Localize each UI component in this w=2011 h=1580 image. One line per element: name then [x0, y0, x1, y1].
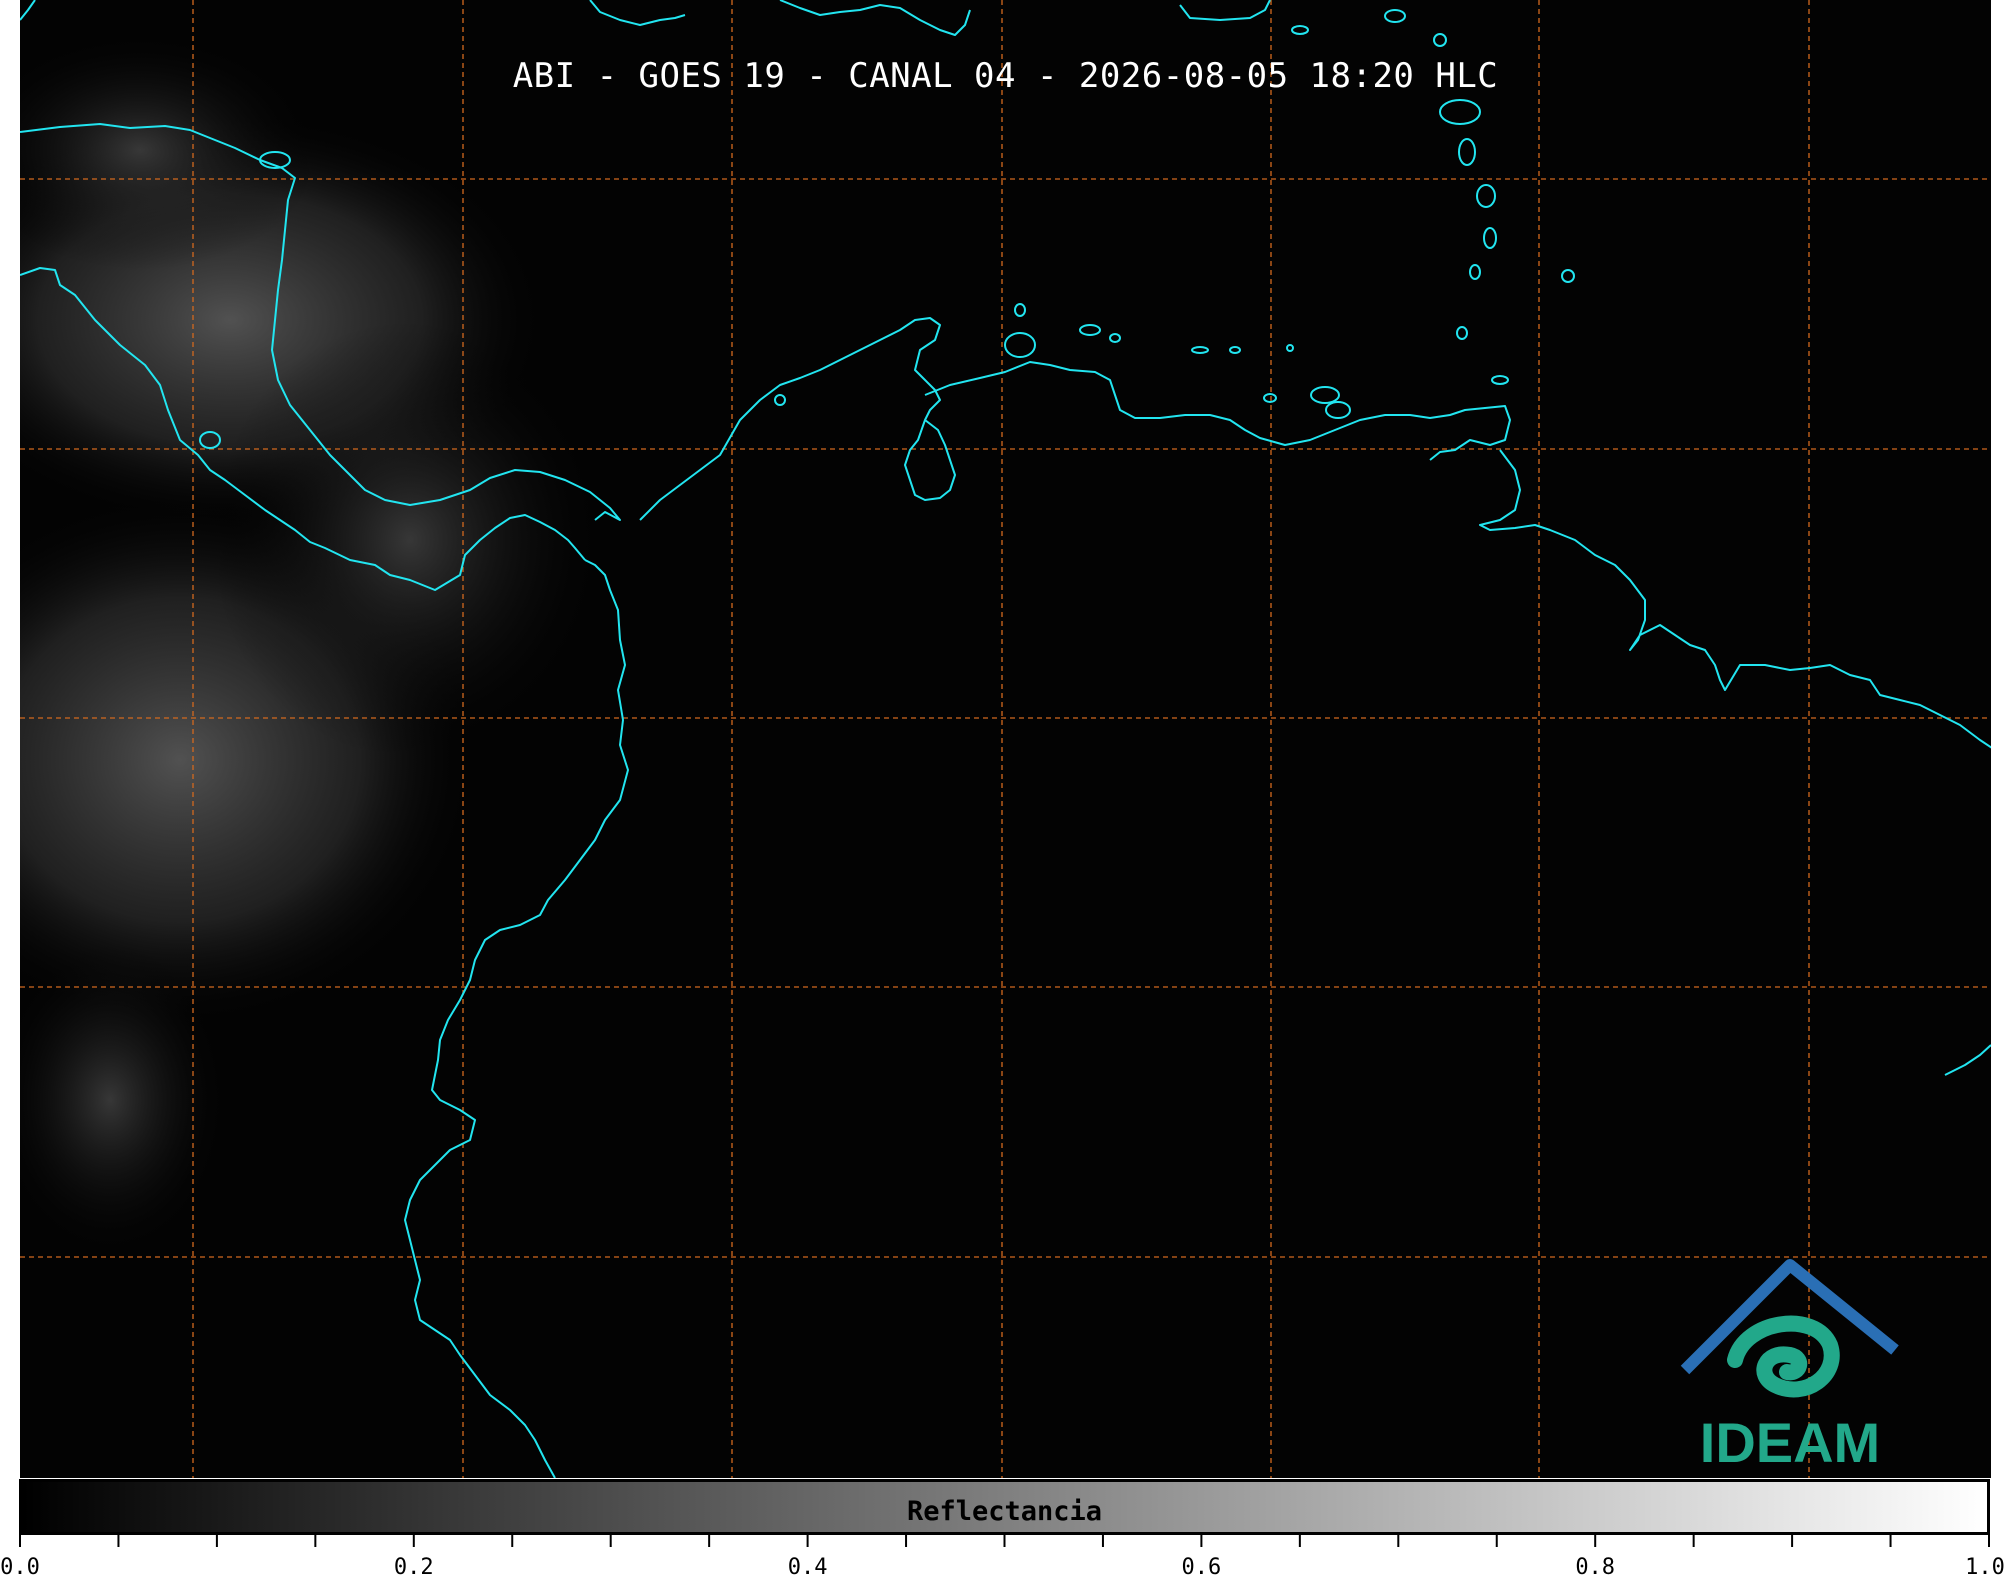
colorbar-tick-label: 0.4: [787, 1555, 828, 1580]
colorbar-ticks: [19, 1535, 1990, 1547]
cloud-field: [20, 30, 610, 1260]
chart-title: ABI - GOES 19 - CANAL 04 - 2026-08-05 18…: [512, 56, 1499, 96]
colorbar-tick-label: 0.8: [1575, 1555, 1616, 1580]
logo-text: IDEAM: [1699, 1411, 1881, 1474]
ideam-logo-icon: [1680, 1259, 1899, 1398]
satellite-image: ABI - GOES 19 - CANAL 04 - 2026-08-05 18…: [20, 0, 1991, 1478]
colorbar-label: Reflectancia: [906, 1496, 1103, 1527]
ideam-logo: IDEAM: [1665, 1250, 1915, 1475]
colorbar-tick-label: 0.0: [0, 1555, 40, 1580]
colorbar-tick-label: 0.2: [393, 1555, 434, 1580]
colorbar-tick-label: 0.6: [1181, 1555, 1222, 1580]
colorbar: Reflectancia: [19, 1479, 1990, 1535]
colorbar-tick-label: 1.0: [1965, 1555, 2005, 1580]
